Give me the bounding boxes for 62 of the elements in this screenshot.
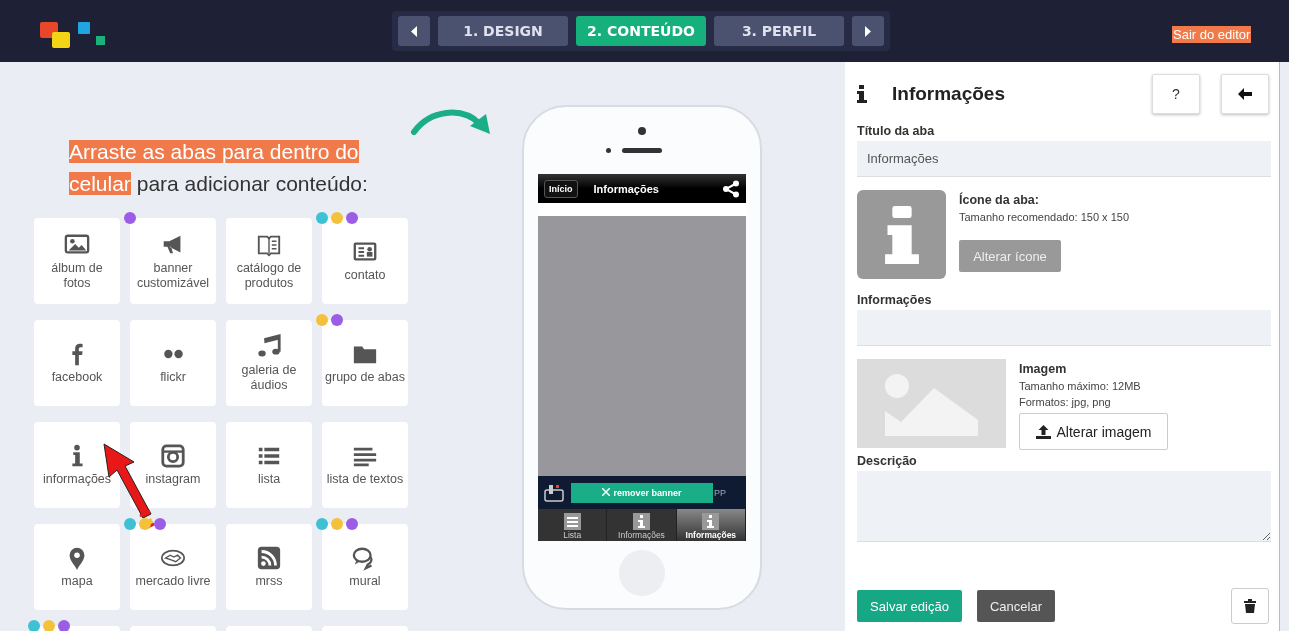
hint-text: Tamanho recomendado: 150 x 150 [959, 211, 1129, 223]
tab-type-tile[interactable]: flickr [130, 320, 216, 406]
trash-icon [1244, 599, 1256, 613]
tab-type-tile[interactable]: mrss [226, 524, 312, 610]
tab-type-tile[interactable]: facebook [34, 320, 120, 406]
tab-type-tile[interactable]: lista [226, 422, 312, 508]
next-icon [864, 25, 872, 37]
delete-button[interactable] [1231, 588, 1269, 624]
step-tab[interactable]: 1. DESIGN [438, 16, 568, 46]
back-arrow-icon [1238, 88, 1252, 100]
tab-type-tile[interactable]: lista de textos [322, 422, 408, 508]
hint-text: Formatos: jpg, png [1019, 396, 1111, 408]
field-label: Descrição [857, 454, 918, 468]
step-tab[interactable]: 3. PERFIL [714, 16, 844, 46]
tab-type-tile[interactable]: mercado livre [130, 524, 216, 610]
description-field[interactable] [857, 471, 1271, 542]
tile-icon [160, 443, 186, 469]
change-image-button[interactable]: Alterar imagem [1019, 413, 1168, 450]
tab-type-tile[interactable]: álbum de fotos [34, 218, 120, 304]
back-button[interactable]: Início [544, 179, 578, 198]
tab-type-tile[interactable]: mural [322, 524, 408, 610]
phone-tab[interactable]: Lista [538, 509, 608, 541]
tab-type-tile[interactable]: galeria de áudios [226, 320, 312, 406]
close-icon [602, 488, 611, 496]
previous-icon [410, 25, 418, 37]
camera-dot [638, 127, 646, 135]
list-icon [563, 513, 581, 530]
field-label: Título da aba [857, 124, 936, 138]
next-button[interactable] [852, 16, 884, 46]
tab-type-tile[interactable]: instagram [130, 422, 216, 508]
hint-text: Tamanho máximo: 12MB [1019, 380, 1141, 392]
tab-type-tile[interactable]: informações [34, 422, 120, 508]
field-label: Imagem [1019, 362, 1067, 376]
phone-tab[interactable]: Informações [676, 509, 746, 541]
tab-type-tile[interactable]: mapa [34, 524, 120, 610]
info-icon [857, 85, 867, 103]
cancel-button[interactable]: Cancelar [977, 590, 1055, 622]
speaker-grille [622, 148, 662, 153]
tab-title-field[interactable]: Informações [857, 141, 1271, 177]
phone-title: Informações [593, 182, 660, 195]
field-label: Ícone da aba: [959, 193, 1039, 207]
panel-title: Informações [892, 83, 1006, 105]
help-button[interactable]: ? [1152, 74, 1200, 114]
sensor-dot [606, 148, 611, 153]
info-icon [633, 513, 650, 530]
upload-icon [1035, 424, 1051, 439]
instructions-text: Arraste as abas para dentro do celular para adicionar conteúdo: [69, 139, 369, 197]
field-label: Informações [857, 293, 933, 307]
tab-type-tile[interactable]: banner customizável [130, 218, 216, 304]
tab-type-tile[interactable]: grupo de abas [322, 320, 408, 406]
info-icon [702, 513, 720, 530]
banner-text: PP [714, 487, 726, 498]
info-field[interactable] [857, 310, 1271, 346]
logo-icon [40, 20, 106, 50]
tab-type-tile[interactable]: catálogo de produtos [226, 218, 312, 304]
phone-tab[interactable]: Informações [607, 509, 677, 541]
tab-type-tile[interactable]: contato [322, 218, 408, 304]
share-icon[interactable] [722, 179, 740, 198]
image-placeholder-icon [857, 359, 1006, 448]
previous-button[interactable] [398, 16, 430, 46]
back-button[interactable] [1221, 74, 1269, 114]
tile-icon [256, 545, 282, 571]
